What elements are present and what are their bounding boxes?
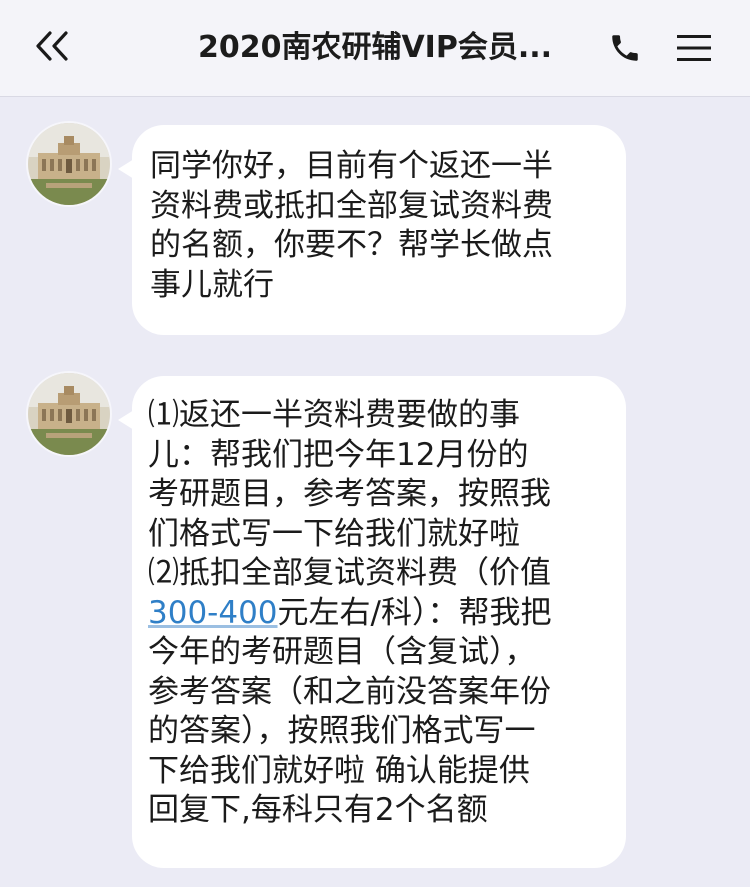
message-line: 今年的考研题目（含复试）， <box>148 634 536 670</box>
message-line: 回复下,每科只有2个名额 <box>148 792 488 828</box>
campus-building-avatar <box>28 123 110 205</box>
message-line-with-link: 300-400元左右/科）：帮我把 <box>148 594 612 634</box>
message-line: 们格式写一下给我们就好啦 <box>148 515 520 552</box>
message-line: 事儿就行 <box>150 266 274 303</box>
message-bubble[interactable]: 同学你好，目前有个返还一半 资料费或抵扣全部复试资料费 的名额，你要不？帮学长做… <box>118 125 626 335</box>
message-line-rest: 元左右/科）：帮我把 <box>277 594 552 631</box>
message-line: 考研题目，参考答案，按照我 <box>148 476 551 512</box>
message-line: 参考答案（和之前没答案年份 <box>148 673 551 710</box>
message-line: 的名额，你要不？帮学长做点 <box>150 227 553 263</box>
call-button[interactable] <box>603 28 647 72</box>
back-button[interactable] <box>28 26 80 70</box>
menu-button[interactable] <box>672 28 716 72</box>
message-line: 资料费或抵扣全部复试资料费 <box>150 187 553 224</box>
sender-avatar[interactable] <box>28 123 110 205</box>
message-line: ⑵抵扣全部复试资料费（价值 <box>148 555 551 591</box>
hamburger-menu-icon <box>675 32 713 68</box>
sender-avatar[interactable] <box>28 373 110 455</box>
chat-header: 2020南农研辅VIP会员... <box>0 0 750 97</box>
message-line: 下给我们就好啦 确认能提供 <box>148 752 530 789</box>
double-chevron-left-icon <box>32 30 76 66</box>
message-line: 的答案），按照我们格式写一 <box>148 713 536 749</box>
message-line: ⑴返还一半资料费要做的事 <box>148 397 520 433</box>
message-line: 儿：帮我们把今年12月份的 <box>148 436 529 473</box>
chat-title: 2020南农研辅VIP会员... <box>197 30 553 65</box>
message-bubble[interactable]: ⑴返还一半资料费要做的事 儿：帮我们把今年12月份的 考研题目，参考答案，按照我… <box>118 376 626 868</box>
campus-building-avatar <box>28 373 110 455</box>
phone-icon <box>608 31 642 69</box>
price-link[interactable]: 300-400 <box>148 595 278 631</box>
message-line: 同学你好，目前有个返还一半 <box>150 148 553 184</box>
